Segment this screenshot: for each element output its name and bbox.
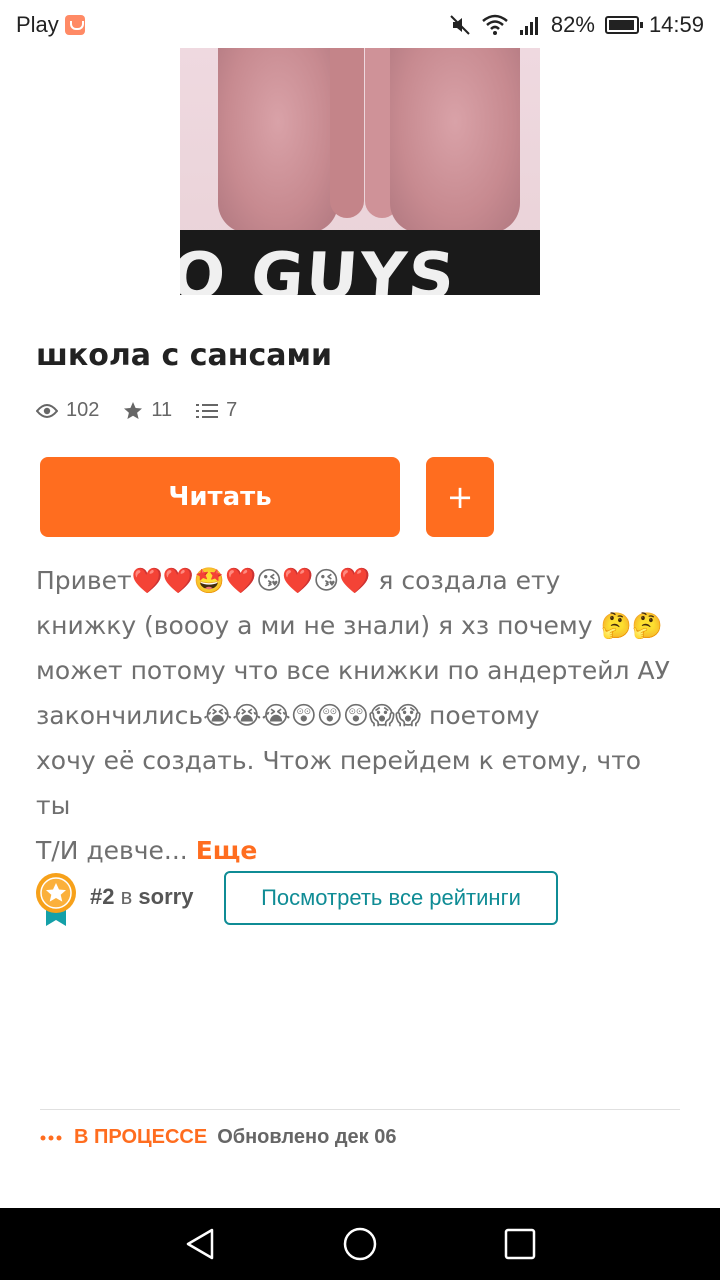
ranking-position: #2 [90,884,115,909]
back-icon[interactable] [164,1208,236,1280]
votes-stat: 11 [123,399,172,422]
cover-band: O GUYS CL [180,230,540,295]
description-line-last: Т/И девче... Еще [36,828,676,873]
description-line: хочу её создать. Чтож перейдем к етому, … [36,746,642,820]
reads-stat: 102 [36,399,99,422]
story-title: школа с сансами [36,338,333,373]
cover-figure-right [390,48,520,233]
cover-text: O GUYS CL [180,240,459,295]
recents-icon[interactable] [484,1208,556,1280]
description-line: может потому что все книжки по андертейл… [36,656,670,685]
cover-figure-left [218,48,338,233]
parts-count: 7 [226,399,238,421]
cover-arm [330,48,364,218]
ranking-tag[interactable]: sorry [138,884,193,909]
star-icon [124,401,143,419]
divider [40,1109,680,1110]
status-bar: Play 82% 14:59 [0,0,720,48]
status-right: 82% 14:59 [449,12,704,38]
add-to-library-button[interactable]: + [426,457,494,537]
ranking-in: в [120,884,133,909]
home-icon[interactable] [324,1208,396,1280]
dots-icon [40,1135,62,1140]
description-line: книжку (воооу а ми не знали) я хз почему… [36,611,663,640]
battery-percent: 82% [550,12,595,37]
ranking-text: #2 в sorry [90,884,193,910]
in-progress-status: В ПРОЦЕССЕ [74,1126,208,1148]
read-button[interactable]: Читать [40,457,400,537]
status-app-name: Play [16,12,59,37]
notification-icon [64,15,85,35]
eye-icon [36,403,58,418]
description-line: Т/И девче... [36,836,188,865]
reads-count: 102 [66,399,100,421]
story-description: Привет❤️❤️🤩❤️😘❤️😘❤️ я создала ету книжку… [36,558,676,873]
story-status-row: В ПРОЦЕССЕ Обновлено дек 06 [40,1126,396,1149]
wifi-icon [482,14,508,35]
ranking-medal-icon [36,873,76,926]
updated-date: Обновлено дек 06 [217,1126,397,1148]
more-link[interactable]: Еще [196,836,258,865]
story-cover[interactable]: O GUYS CL [180,48,540,295]
parts-stat: 7 [196,399,237,422]
description-line: Привет❤️❤️🤩❤️😘❤️😘❤️ я создала ету [36,566,561,595]
status-left: Play [16,12,85,38]
battery-icon [604,16,643,34]
story-stats: 102 11 7 [36,399,237,422]
view-all-ratings-button[interactable]: Посмотреть все рейтинги [224,871,558,925]
system-nav-bar [0,1208,720,1280]
signal-icon [519,17,538,35]
clock: 14:59 [648,12,704,37]
description-line: закончились😭😭😭😲😲😲😱😱 поетому [36,701,540,730]
list-icon [196,403,219,418]
mute-icon [450,15,470,35]
votes-count: 11 [151,399,173,421]
